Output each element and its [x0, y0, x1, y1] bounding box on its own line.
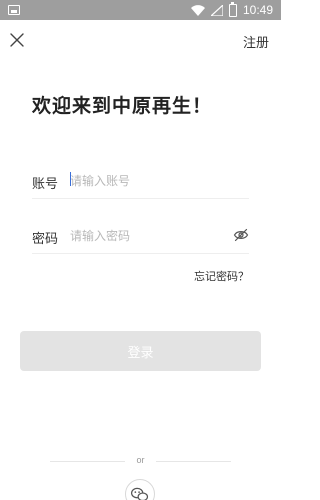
- battery-glyph: x: [230, 5, 237, 15]
- password-field-row: 密码: [32, 218, 249, 254]
- status-time: 10:49: [242, 3, 273, 17]
- wechat-icon: [130, 487, 149, 500]
- eye-slash-icon[interactable]: [233, 228, 249, 242]
- status-bar: x 10:49: [0, 0, 281, 20]
- status-icons: x 10:49: [190, 0, 273, 20]
- account-input[interactable]: [70, 169, 230, 193]
- account-label: 账号: [32, 177, 59, 192]
- close-icon[interactable]: [8, 31, 26, 49]
- forgot-password-link[interactable]: 忘记密码？: [194, 268, 249, 284]
- register-link[interactable]: 注册: [243, 32, 269, 51]
- wifi-icon: [190, 4, 205, 16]
- battery-icon: x: [228, 1, 237, 17]
- divider-text: or: [136, 455, 145, 465]
- text-cursor: [70, 172, 71, 186]
- divider-line-right: [156, 461, 231, 462]
- password-input[interactable]: [70, 224, 230, 248]
- account-field-row: 账号: [32, 163, 249, 199]
- or-divider: or: [50, 455, 231, 466]
- password-label: 密码: [32, 232, 59, 247]
- welcome-title: 欢迎来到中原再生！: [32, 95, 213, 117]
- wechat-login-button[interactable]: [125, 479, 155, 500]
- sim-icon: [8, 5, 20, 15]
- login-button[interactable]: 登录: [20, 331, 261, 371]
- signal-icon: [210, 4, 223, 16]
